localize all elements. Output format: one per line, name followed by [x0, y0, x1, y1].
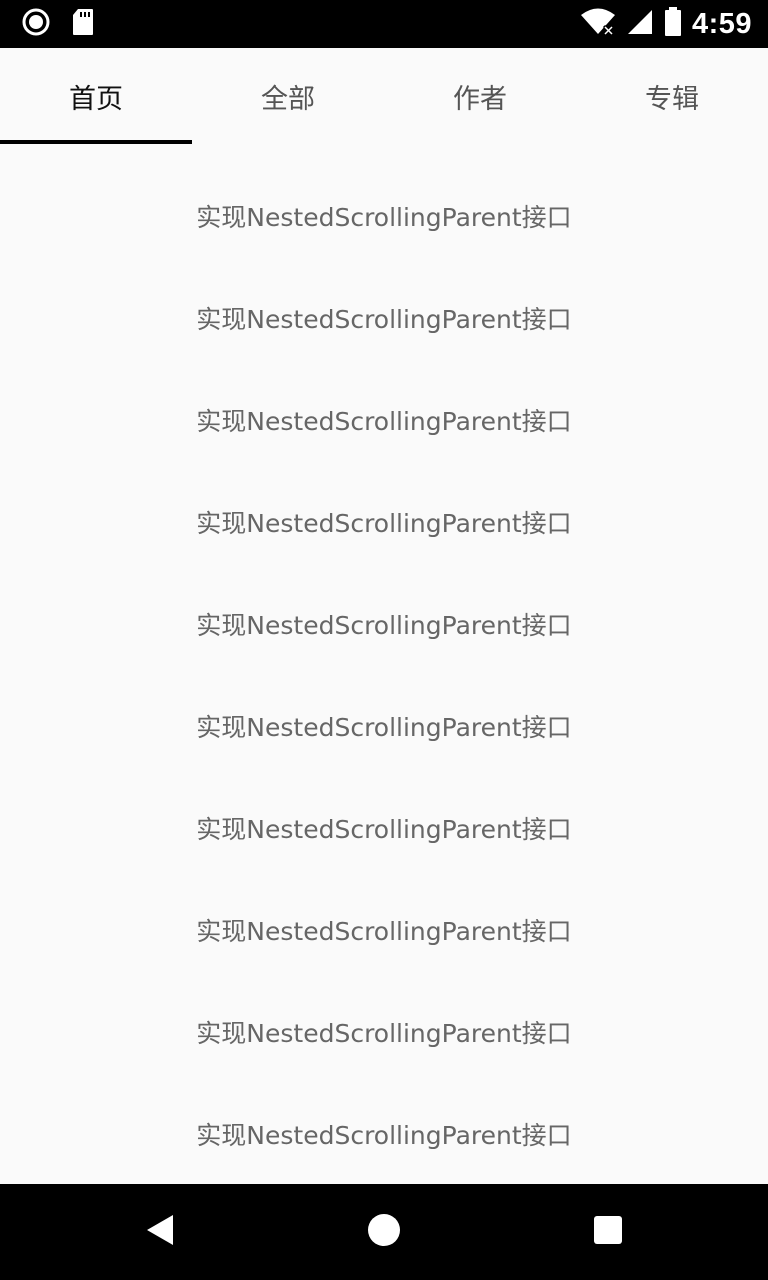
home-button[interactable] — [360, 1208, 408, 1256]
status-time: 4:59 — [691, 7, 752, 40]
content-list[interactable]: 实现NestedScrollingParent接口 实现NestedScroll… — [0, 144, 768, 1184]
tab-all[interactable]: 全部 — [192, 48, 384, 144]
home-icon — [366, 1212, 402, 1252]
battery-icon — [664, 7, 682, 41]
list-item[interactable]: 实现NestedScrollingParent接口 — [0, 267, 768, 369]
recents-button[interactable] — [584, 1208, 632, 1256]
list-item[interactable]: 实现NestedScrollingParent接口 — [0, 981, 768, 1083]
list-item[interactable]: 实现NestedScrollingParent接口 — [0, 675, 768, 777]
list-item[interactable]: 实现NestedScrollingParent接口 — [0, 777, 768, 879]
tab-author[interactable]: 作者 — [384, 48, 576, 144]
tab-album[interactable]: 专辑 — [576, 48, 768, 144]
list-item[interactable]: 实现NestedScrollingParent接口 — [0, 1083, 768, 1184]
sd-card-icon — [72, 8, 94, 40]
navigation-bar — [0, 1184, 768, 1280]
recents-icon — [592, 1214, 624, 1250]
list-item[interactable]: 实现NestedScrollingParent接口 — [0, 573, 768, 675]
list-item[interactable]: 实现NestedScrollingParent接口 — [0, 165, 768, 267]
wifi-icon — [580, 8, 616, 40]
list-item[interactable]: 实现NestedScrollingParent接口 — [0, 471, 768, 573]
status-bar-left — [22, 8, 94, 40]
tab-home[interactable]: 首页 — [0, 48, 192, 144]
list-item[interactable]: 实现NestedScrollingParent接口 — [0, 879, 768, 981]
record-icon — [22, 8, 50, 40]
back-icon — [143, 1212, 177, 1252]
signal-icon — [626, 8, 654, 40]
status-bar: 4:59 — [0, 0, 768, 48]
status-bar-right: 4:59 — [580, 7, 752, 41]
tab-bar: 首页 全部 作者 专辑 — [0, 48, 768, 144]
list-item[interactable]: 实现NestedScrollingParent接口 — [0, 369, 768, 471]
app-screen: 4:59 首页 全部 作者 专辑 实现NestedScrollingParent… — [0, 0, 768, 1280]
back-button[interactable] — [136, 1208, 184, 1256]
